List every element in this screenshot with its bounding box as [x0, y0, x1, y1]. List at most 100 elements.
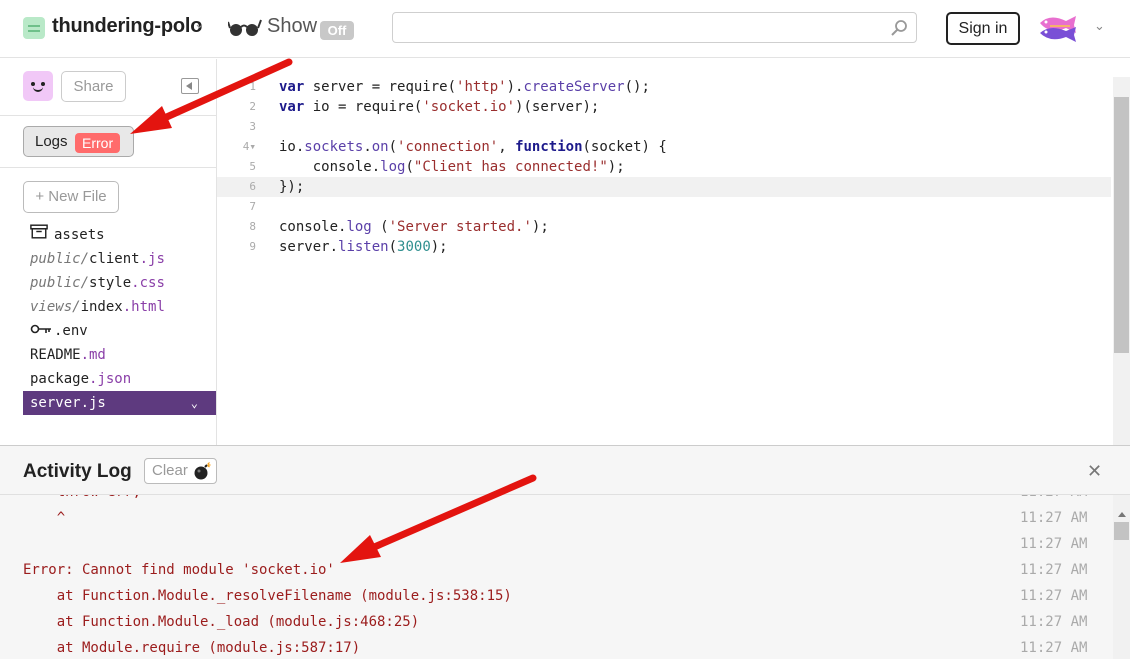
- file-ext: .md: [80, 347, 106, 363]
- search-icon: [891, 20, 907, 36]
- file-dir: public/: [30, 251, 90, 267]
- line-number: 2: [249, 100, 256, 113]
- log-message: at Module.require (module.js:587:17): [23, 640, 361, 656]
- line-number: 9: [249, 240, 256, 253]
- file-name: package: [30, 371, 90, 387]
- divider: [0, 115, 216, 116]
- file-item[interactable]: package.json: [23, 367, 216, 391]
- file-name: index: [80, 299, 123, 315]
- code-text: console.log("Client has connected!");: [279, 159, 625, 175]
- file-dir: views/: [30, 299, 81, 315]
- log-message: Error: Cannot find module 'socket.io': [23, 562, 335, 578]
- code-text: var server = require('http').createServe…: [279, 79, 650, 95]
- new-file-button[interactable]: + New File: [23, 181, 119, 213]
- file-name: server.js: [30, 395, 106, 411]
- file-name: README: [30, 347, 81, 363]
- log-message: at Function.Module._load (module.js:468:…: [23, 614, 420, 630]
- clear-label: Clear: [152, 462, 188, 479]
- code-line[interactable]: 6});: [217, 177, 1111, 197]
- show-label[interactable]: Show: [267, 15, 317, 38]
- log-timestamp: 11:27 AM: [1020, 536, 1088, 552]
- editor-scrollbar[interactable]: [1113, 77, 1130, 452]
- log-message: throw err;: [23, 495, 141, 505]
- log-line: Error: Cannot find module 'socket.io' 11:…: [0, 557, 1100, 583]
- code-line[interactable]: 3: [217, 117, 1111, 137]
- file-dir: public/: [30, 275, 90, 291]
- collapse-sidebar-icon[interactable]: [181, 78, 199, 94]
- top-bar: thundering-polo ⌄ Show Off Sign in ⌄: [0, 0, 1130, 58]
- log-timestamp: 11:27 AM: [1020, 495, 1087, 505]
- code-line[interactable]: 9 server.listen(3000);: [217, 237, 1111, 257]
- code-line[interactable]: 5 console.log("Client has connected!");: [217, 157, 1111, 177]
- line-number: 1: [249, 80, 256, 93]
- line-number: 7: [249, 200, 256, 213]
- log-scrollbar[interactable]: [1113, 495, 1130, 659]
- code-line[interactable]: 8 console.log ('Server started.');: [217, 217, 1111, 237]
- code-line[interactable]: 2 var io = require('socket.io')(server);: [217, 97, 1111, 117]
- file-item[interactable]: server.js ⌄: [23, 391, 216, 415]
- code-editor[interactable]: 1 var server = require('http').createServ…: [217, 59, 1130, 452]
- log-message: at Function.Module._resolveFilename (mod…: [23, 588, 512, 604]
- code-text: });: [279, 179, 305, 195]
- logs-label: Logs: [35, 133, 68, 150]
- file-name: style: [89, 275, 132, 291]
- file-name: .env: [54, 323, 88, 339]
- log-timestamp: 11:27 AM: [1020, 588, 1088, 604]
- file-item[interactable]: public/client.js: [23, 247, 216, 271]
- activity-log-title: Activity Log: [23, 461, 132, 482]
- line-number: 5: [249, 160, 256, 173]
- divider: [0, 167, 216, 168]
- file-ext: .html: [122, 299, 165, 315]
- line-number: 3: [249, 120, 256, 133]
- close-icon[interactable]: ✕: [1087, 461, 1102, 482]
- log-timestamp: 11:27 AM: [1020, 640, 1088, 656]
- scroll-up-icon[interactable]: [1118, 512, 1126, 517]
- project-name[interactable]: thundering-polo: [52, 15, 202, 38]
- file-item[interactable]: public/style.css: [23, 271, 216, 295]
- file-item[interactable]: views/index.html: [23, 295, 216, 319]
- log-line: at Module.require (module.js:587:17) 11:2…: [0, 635, 1100, 659]
- archive-icon: [30, 223, 50, 247]
- code-line[interactable]: 1 var server = require('http').createServ…: [217, 77, 1111, 97]
- chevron-down-icon[interactable]: ⌄: [191, 391, 198, 415]
- log-scroll-thumb[interactable]: [1114, 522, 1129, 540]
- file-name: assets: [54, 227, 105, 243]
- log-timestamp: 11:27 AM: [1020, 614, 1088, 630]
- log-message: ^: [23, 510, 66, 526]
- file-list: assets public/client.js public/style.css vi…: [23, 223, 216, 415]
- editor-scroll-thumb[interactable]: [1114, 97, 1129, 353]
- log-line: ^ 11:27 AM: [0, 505, 1100, 531]
- log-line: at Function.Module._load (module.js:468:…: [0, 609, 1100, 635]
- code-line[interactable]: 4▾ io.sockets.on('connection', function(s…: [217, 137, 1111, 157]
- line-number: 8: [249, 220, 256, 233]
- clear-log-button[interactable]: Clear: [144, 458, 217, 484]
- show-toggle[interactable]: Off: [320, 21, 354, 40]
- file-name: client: [89, 251, 140, 267]
- fish-logo-icon[interactable]: [1036, 13, 1078, 43]
- code-text: io.sockets.on('connection', function(soc…: [279, 139, 667, 155]
- log-output: at Module.require (module.js:587:17) 11:2…: [0, 495, 1130, 659]
- chevron-down-icon[interactable]: ⌄: [1094, 19, 1105, 34]
- line-number: 6: [249, 180, 256, 193]
- project-icon[interactable]: [23, 17, 45, 39]
- bomb-icon: [194, 462, 211, 480]
- file-ext: .json: [89, 371, 132, 387]
- code-text: var io = require('socket.io')(server);: [279, 99, 600, 115]
- sign-in-button[interactable]: Sign in: [946, 12, 1020, 45]
- error-badge: Error: [75, 133, 121, 153]
- logs-button[interactable]: Logs Error: [23, 126, 134, 157]
- share-button[interactable]: Share: [61, 71, 126, 102]
- line-number: 4▾: [242, 140, 256, 153]
- file-item[interactable]: assets: [23, 223, 216, 247]
- avatar[interactable]: [23, 71, 53, 101]
- file-item[interactable]: README.md: [23, 343, 216, 367]
- log-line: throw err; 11:27 AM: [0, 495, 1100, 505]
- activity-log-panel: Activity Log Clear ✕ at Module.require (…: [0, 445, 1130, 659]
- search-input[interactable]: [392, 12, 917, 43]
- code-line[interactable]: 7: [217, 197, 1111, 217]
- file-item[interactable]: .env: [23, 319, 216, 343]
- file-ext: .js: [139, 251, 165, 267]
- glasses-icon[interactable]: [228, 18, 262, 38]
- log-timestamp: 11:27 AM: [1020, 562, 1088, 578]
- chevron-down-icon[interactable]: ⌄: [194, 17, 205, 32]
